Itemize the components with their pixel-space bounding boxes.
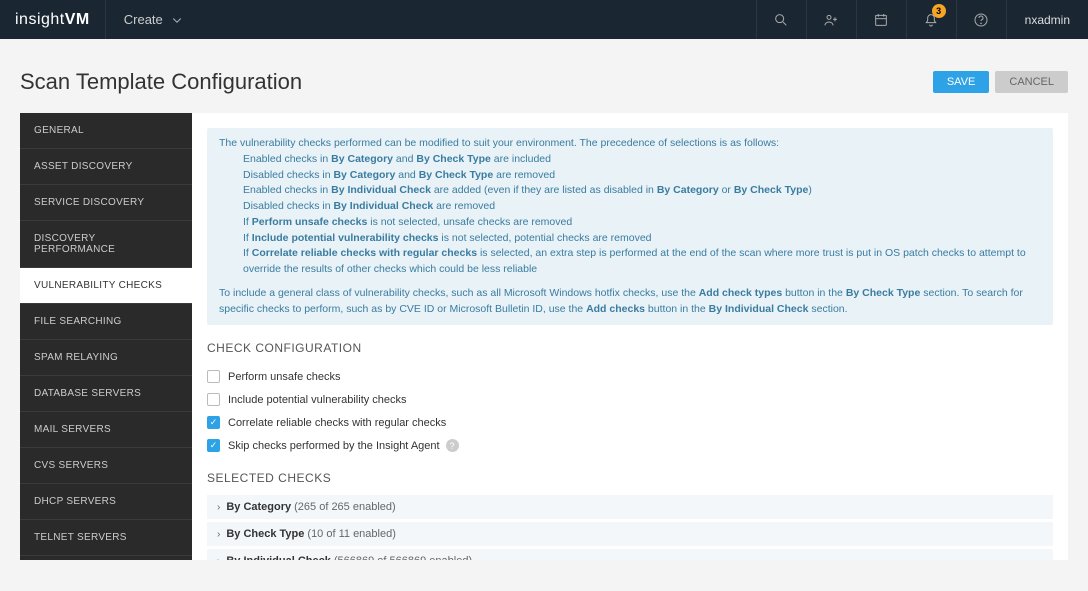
notification-badge: 3: [932, 4, 946, 18]
sidenav-item-telnet-servers[interactable]: TELNET SERVERS: [20, 520, 192, 556]
search-icon[interactable]: [756, 0, 806, 39]
app-logo: insightVM: [15, 11, 90, 29]
topbar: insightVM Create 3 nxadmin: [0, 0, 1088, 39]
sidenav-item-mail-servers[interactable]: MAIL SERVERS: [20, 412, 192, 448]
info-rule: Enabled checks in By Category and By Che…: [219, 152, 1041, 168]
main-panel: The vulnerability checks performed can b…: [192, 113, 1068, 560]
checkbox-row-skip-agent[interactable]: Skip checks performed by the Insight Age…: [207, 434, 1053, 457]
sidenav-item-file-searching[interactable]: FILE SEARCHING: [20, 304, 192, 340]
info-rule: If Correlate reliable checks with regula…: [219, 246, 1041, 278]
sidenav-item-asset-discovery[interactable]: ASSET DISCOVERY: [20, 149, 192, 185]
sidenav-item-vulnerability-checks[interactable]: VULNERABILITY CHECKS: [20, 268, 192, 304]
people-icon[interactable]: [806, 0, 856, 39]
checkbox-label: Correlate reliable checks with regular c…: [228, 417, 446, 429]
checkbox-row-potential[interactable]: Include potential vulnerability checks: [207, 388, 1053, 411]
calendar-icon[interactable]: [856, 0, 906, 39]
help-tooltip-icon[interactable]: ?: [446, 439, 459, 452]
checkbox-icon: [207, 370, 220, 383]
username-label[interactable]: nxadmin: [1006, 0, 1088, 39]
page-header: Scan Template Configuration SAVE CANCEL: [0, 39, 1088, 113]
info-rule: Enabled checks in By Individual Check ar…: [219, 183, 1041, 199]
sidenav: GENERAL ASSET DISCOVERY SERVICE DISCOVER…: [20, 113, 192, 560]
expand-by-check-type[interactable]: › By Check Type(10 of 11 enabled): [207, 522, 1053, 546]
logo-area: insightVM: [0, 0, 106, 39]
expand-by-individual-check[interactable]: › By Individual Check(566869 of 566869 en…: [207, 549, 1053, 560]
expand-count: (10 of 11 enabled): [307, 528, 395, 540]
expand-label: By Check Type: [226, 528, 304, 540]
sidenav-item-dhcp-servers[interactable]: DHCP SERVERS: [20, 484, 192, 520]
cancel-button[interactable]: CANCEL: [995, 71, 1068, 93]
info-rule: If Include potential vulnerability check…: [219, 231, 1041, 247]
checkbox-label: Skip checks performed by the Insight Age…: [228, 440, 440, 452]
expand-by-category[interactable]: › By Category(265 of 265 enabled): [207, 495, 1053, 519]
save-button[interactable]: SAVE: [933, 71, 990, 93]
info-rule: Disabled checks in By Individual Check a…: [219, 199, 1041, 215]
check-config-title: CHECK CONFIGURATION: [207, 341, 1053, 355]
info-rule: Disabled checks in By Category and By Ch…: [219, 168, 1041, 184]
sidenav-item-general[interactable]: GENERAL: [20, 113, 192, 149]
sidenav-item-discovery-performance[interactable]: DISCOVERY PERFORMANCE: [20, 221, 192, 268]
expand-count: (566869 of 566869 enabled): [334, 555, 472, 560]
checkbox-row-correlate[interactable]: Correlate reliable checks with regular c…: [207, 411, 1053, 434]
info-rule: If Perform unsafe checks is not selected…: [219, 215, 1041, 231]
page-title: Scan Template Configuration: [20, 69, 302, 95]
checkbox-label: Include potential vulnerability checks: [228, 394, 407, 406]
info-intro: The vulnerability checks performed can b…: [219, 136, 1041, 152]
sidenav-item-service-discovery[interactable]: SERVICE DISCOVERY: [20, 185, 192, 221]
expand-count: (265 of 265 enabled): [294, 501, 396, 513]
create-button[interactable]: Create: [106, 12, 201, 27]
checkbox-row-unsafe[interactable]: Perform unsafe checks: [207, 365, 1053, 388]
selected-checks-title: SELECTED CHECKS: [207, 471, 1053, 485]
chevron-right-icon: ›: [217, 529, 220, 540]
checkbox-icon: [207, 439, 220, 452]
checkbox-icon: [207, 416, 220, 429]
sidenav-item-cvs-servers[interactable]: CVS SERVERS: [20, 448, 192, 484]
checkbox-label: Perform unsafe checks: [228, 371, 341, 383]
bell-icon[interactable]: 3: [906, 0, 956, 39]
create-label: Create: [124, 12, 163, 27]
chevron-right-icon: ›: [217, 502, 220, 513]
help-icon[interactable]: [956, 0, 1006, 39]
sidenav-item-database-servers[interactable]: DATABASE SERVERS: [20, 376, 192, 412]
checkbox-icon: [207, 393, 220, 406]
expand-label: By Category: [226, 501, 291, 513]
expand-label: By Individual Check: [226, 555, 331, 560]
chevron-down-icon: [171, 14, 183, 26]
sidenav-item-spam-relaying[interactable]: SPAM RELAYING: [20, 340, 192, 376]
info-box: The vulnerability checks performed can b…: [207, 128, 1053, 325]
chevron-right-icon: ›: [217, 556, 220, 560]
info-para2: To include a general class of vulnerabil…: [219, 286, 1041, 318]
